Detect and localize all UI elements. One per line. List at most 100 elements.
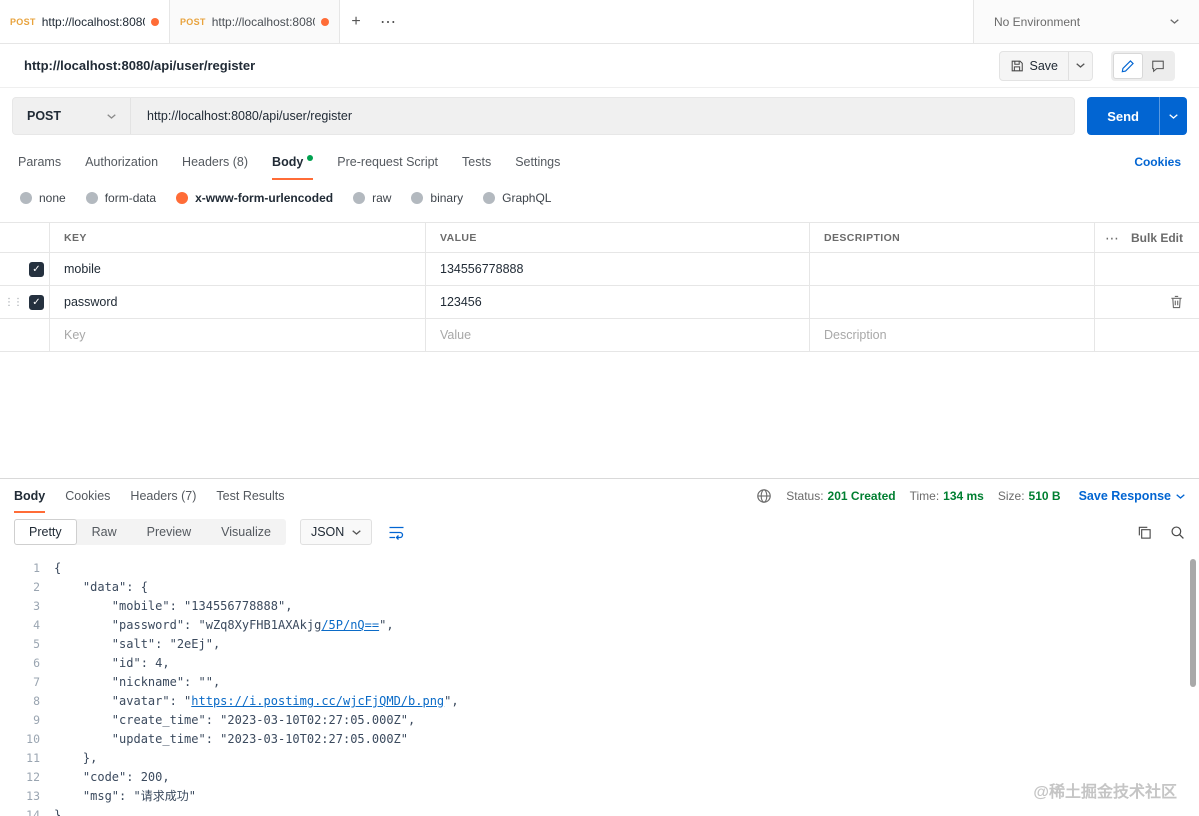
response-tab-headers-7[interactable]: Headers (7) (130, 479, 196, 513)
send-button-group: Send (1087, 97, 1187, 135)
save-icon (1011, 60, 1023, 71)
drag-handle[interactable]: ⋮⋮ (0, 286, 26, 318)
tab-title: http://localhost:8080/ (41, 14, 145, 29)
key-input[interactable]: Key (50, 319, 426, 351)
body-mode-binary[interactable]: binary (411, 191, 463, 205)
code-link[interactable]: /5P/nQ== (321, 618, 379, 632)
key-input[interactable]: mobile (50, 253, 426, 285)
table-row-placeholder: Key Value Description (0, 319, 1199, 352)
tab-label: Params (18, 155, 62, 169)
description-input[interactable] (810, 253, 1095, 285)
request-section-tab-authorization[interactable]: Authorization (85, 144, 158, 180)
code-text: "salt": "2eEj", (54, 635, 220, 654)
method-select[interactable]: POST (13, 98, 131, 134)
code-line: 5 "salt": "2eEj", (0, 635, 1199, 654)
request-tab-1[interactable]: POST http://localhost:8080/ (0, 0, 170, 43)
response-tab-cookies[interactable]: Cookies (65, 479, 110, 513)
body-mode-label: raw (372, 191, 392, 205)
wrap-lines-button[interactable] (388, 525, 405, 540)
key-input[interactable]: password (50, 286, 426, 318)
value-column-header: VALUE (426, 223, 810, 252)
request-section-tab-tests[interactable]: Tests (462, 144, 491, 180)
word-wrap-icon (389, 526, 404, 540)
body-mode-none[interactable]: none (20, 191, 66, 205)
handle-column-header (0, 223, 26, 252)
table-row: ✓ mobile 134556778888 (0, 253, 1199, 286)
copy-response-button[interactable] (1137, 525, 1152, 540)
description-input[interactable]: Description (810, 319, 1095, 351)
kv-rows: ✓ mobile 134556778888 ⋮⋮ ✓ password 123456 (0, 253, 1199, 319)
save-button[interactable]: Save (1000, 52, 1069, 80)
request-tab-2[interactable]: POST http://localhost:8080/ (170, 0, 340, 43)
cookies-link[interactable]: Cookies (1134, 155, 1181, 169)
url-bar: POST http://localhost:8080/api/user/regi… (12, 97, 1076, 135)
description-input[interactable] (810, 286, 1095, 318)
new-tab-button[interactable]: + (343, 9, 369, 35)
bulk-edit-button[interactable]: Bulk Edit (1131, 231, 1183, 245)
response-tab-test-results[interactable]: Test Results (216, 479, 284, 513)
code-token: } (54, 808, 62, 816)
environment-selector[interactable]: No Environment (973, 0, 1199, 43)
body-set-dot-icon (307, 154, 314, 161)
view-tab-raw[interactable]: Raw (77, 519, 132, 545)
network-info-button[interactable] (756, 488, 772, 504)
vertical-scrollbar[interactable] (1190, 559, 1196, 687)
body-mode-x-www-form-urlencoded[interactable]: x-www-form-urlencoded (176, 191, 333, 205)
view-tab-preview[interactable]: Preview (132, 519, 206, 545)
radio-icon (20, 192, 32, 204)
code-token: "mobile": "134556778888", (54, 599, 293, 613)
url-input[interactable]: http://localhost:8080/api/user/register (131, 109, 1074, 123)
code-token: ", (444, 694, 459, 708)
size-value: 510 B (1028, 489, 1061, 503)
request-section-tab-params[interactable]: Params (18, 144, 61, 180)
request-tabs: Params Authorization Headers (8) Body Pre-re… (18, 144, 1134, 180)
delete-row-button[interactable] (1170, 295, 1183, 309)
body-mode-graphql[interactable]: GraphQL (483, 191, 551, 205)
drag-handle (0, 319, 26, 351)
request-section-tab-settings[interactable]: Settings (515, 144, 560, 180)
save-response-button[interactable]: Save Response (1079, 489, 1185, 503)
code-link[interactable]: https://i.postimg.cc/wjcFjQMD/b.png (191, 694, 444, 708)
comments-button[interactable] (1143, 53, 1173, 79)
tab-label: Tests (462, 155, 492, 169)
chevron-down-icon (1169, 113, 1178, 119)
send-button[interactable]: Send (1087, 97, 1159, 135)
body-mode-form-data[interactable]: form-data (85, 191, 156, 205)
table-options-icon[interactable]: ⋯ (1105, 231, 1119, 245)
radio-icon (85, 192, 98, 204)
edit-documentation-button[interactable] (1113, 52, 1143, 79)
tab-method-label: POST (180, 16, 206, 27)
body-mode-raw[interactable]: raw (353, 191, 391, 205)
value-input[interactable]: Value (426, 319, 810, 351)
key-column-header: KEY (50, 223, 426, 252)
send-options-button[interactable] (1159, 97, 1187, 135)
response-body-viewer[interactable]: 1{2 "data": {3 "mobile": "134556778888",… (0, 551, 1199, 816)
view-tab-pretty[interactable]: Pretty (14, 519, 77, 545)
value-input[interactable]: 123456 (426, 286, 810, 318)
tab-options-icon[interactable]: ⋯ (375, 9, 401, 35)
value-input[interactable]: 134556778888 (426, 253, 810, 285)
code-text: "password": "wZq8XyFHB1AXAkjg/5P/nQ==", (54, 616, 394, 635)
request-section-tab-body[interactable]: Body (272, 144, 314, 180)
request-section-tab-pre-request-script[interactable]: Pre-request Script (337, 144, 438, 180)
environment-label: No Environment (994, 14, 1081, 29)
tab-label: Test Results (216, 489, 285, 503)
row-checkbox[interactable]: ✓ (29, 261, 44, 277)
code-text: "data": { (54, 578, 148, 597)
search-response-button[interactable] (1170, 525, 1185, 540)
row-checkbox[interactable]: ✓ (29, 294, 44, 310)
code-line: 3 "mobile": "134556778888", (0, 597, 1199, 616)
response-header: Body Cookies Headers (7) Test Results Statu… (0, 479, 1199, 513)
save-options-button[interactable] (1068, 51, 1092, 80)
code-text: } (54, 806, 61, 816)
response-tab-body[interactable]: Body (14, 479, 45, 513)
view-tab-visualize[interactable]: Visualize (206, 519, 286, 545)
row-actions (1095, 286, 1199, 318)
save-button-group: Save (998, 50, 1093, 81)
request-section-tab-headers-8[interactable]: Headers (8) (182, 144, 248, 180)
line-number: 1 (33, 561, 40, 575)
save-label: Save (1029, 58, 1059, 73)
code-token: }, (54, 751, 98, 765)
body-mode-label: x-www-form-urlencoded (195, 191, 334, 205)
format-select[interactable]: JSON (299, 519, 373, 545)
